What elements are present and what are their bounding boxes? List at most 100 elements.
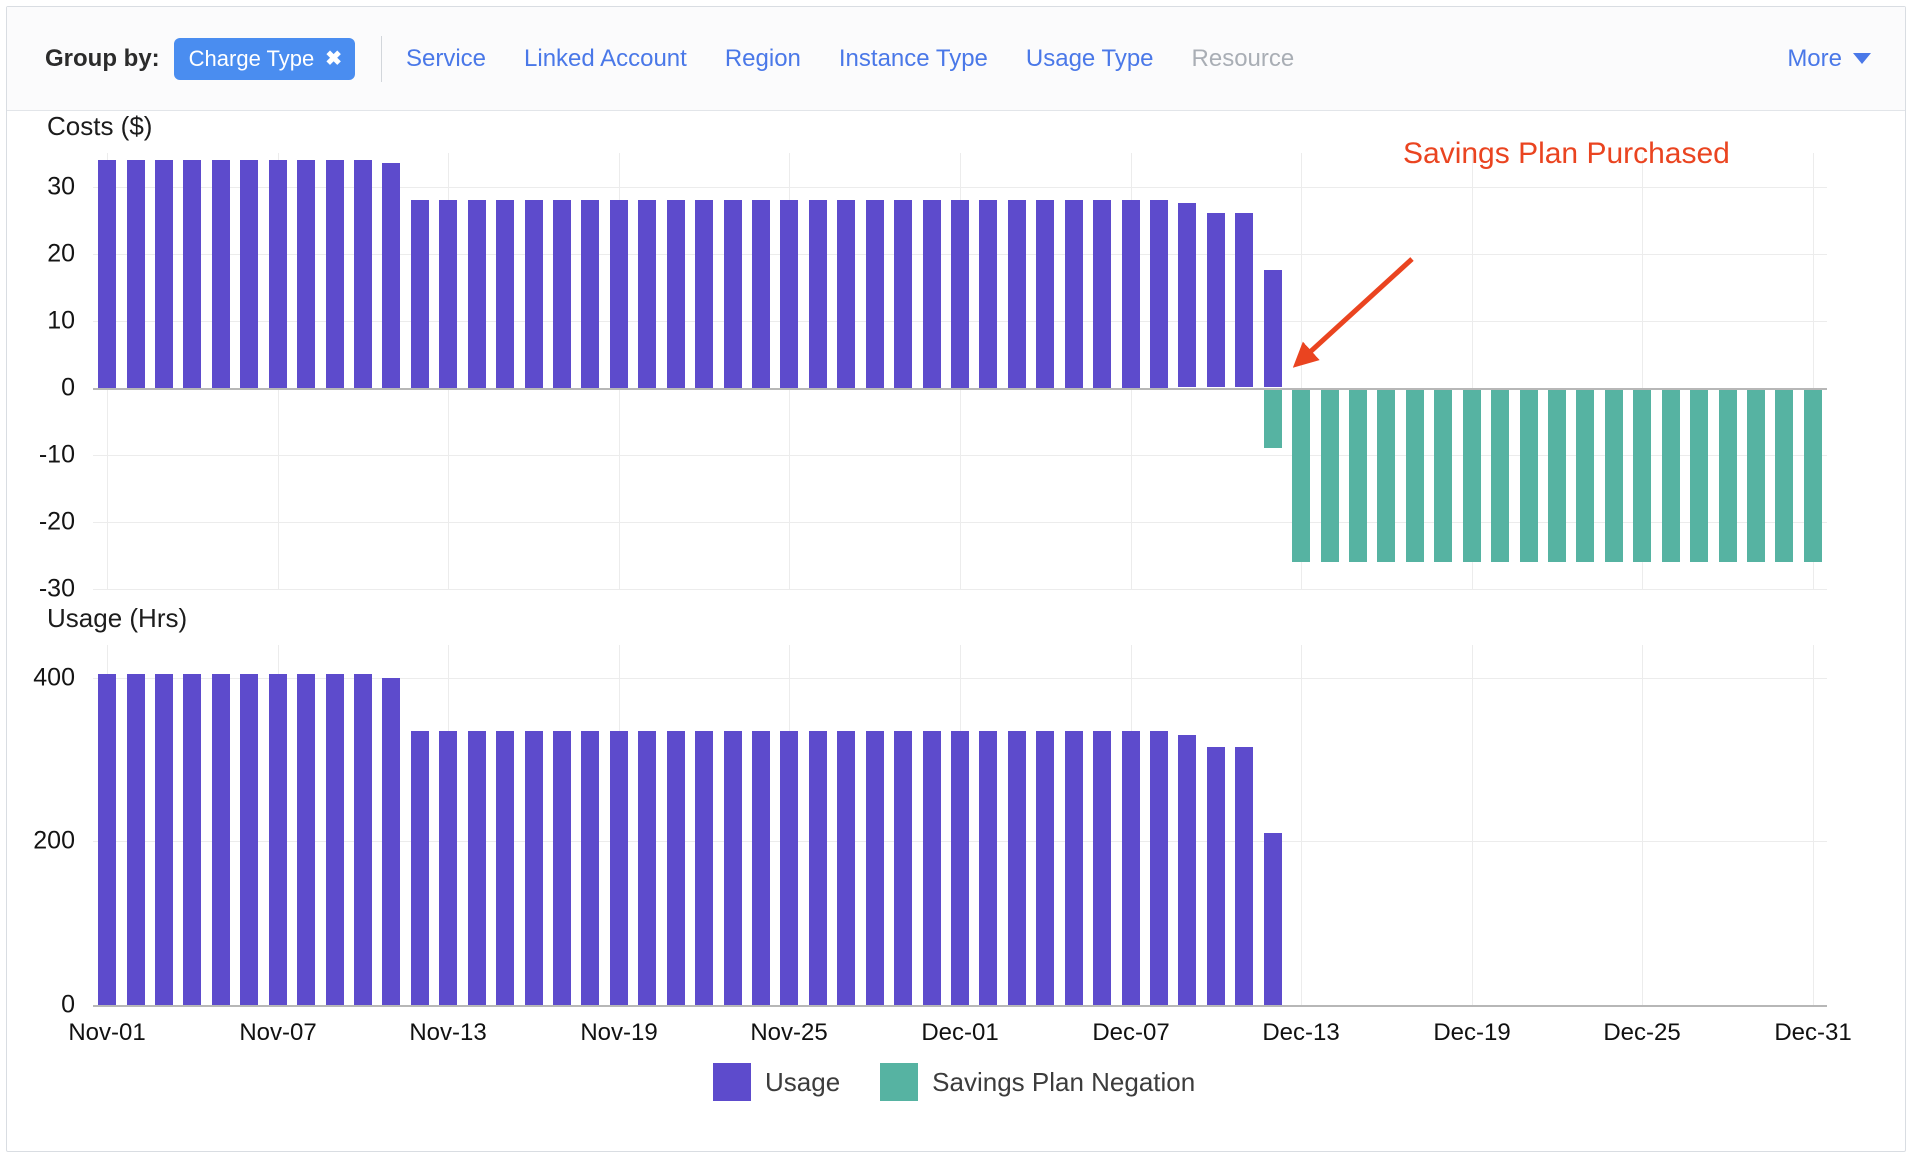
chart-bar[interactable] [553,731,571,1005]
chart-bar[interactable] [667,200,685,388]
chart-bar[interactable] [98,160,116,388]
chart-bar[interactable] [1207,747,1225,1005]
dimension-link-region[interactable]: Region [725,45,801,73]
chart-bar[interactable] [894,731,912,1005]
chart-bar[interactable] [667,731,685,1005]
chart-bar[interactable] [780,200,798,388]
chart-bar[interactable] [1122,200,1140,388]
chart-bar[interactable] [638,200,656,388]
chart-bar[interactable] [525,200,543,388]
chart-bar[interactable] [553,200,571,388]
chart-bar[interactable] [411,731,429,1005]
chart-bar[interactable] [1235,747,1253,1005]
chart-bar[interactable] [1036,200,1054,388]
chart-bar[interactable] [1150,200,1168,388]
chart-bar[interactable] [1662,388,1680,562]
more-dropdown[interactable]: More [1787,45,1871,73]
chart-bar[interactable] [382,678,400,1005]
chart-bar[interactable] [127,160,145,388]
chart-bar[interactable] [240,674,258,1005]
chart-bar[interactable] [183,160,201,388]
chart-bar[interactable] [951,200,969,388]
chart-bar[interactable] [1178,203,1196,387]
chart-bar[interactable] [212,160,230,388]
chart-bar[interactable] [610,200,628,388]
chart-bar[interactable] [1036,731,1054,1005]
chart-bar[interactable] [297,674,315,1005]
chart-bar[interactable] [1008,731,1026,1005]
legend-item[interactable]: Usage [713,1063,840,1101]
chart-bar[interactable] [269,674,287,1005]
chart-bar[interactable] [752,200,770,388]
chart-bar[interactable] [894,200,912,388]
chart-bar[interactable] [1093,200,1111,388]
chart-bar[interactable] [695,731,713,1005]
chart-bar[interactable] [979,731,997,1005]
chart-bar[interactable] [581,200,599,388]
chart-bar[interactable] [1207,213,1225,387]
chart-bar[interactable] [866,200,884,388]
chart-bar[interactable] [127,674,145,1005]
chart-bar[interactable] [525,731,543,1005]
close-icon[interactable]: ✖ [325,49,342,69]
chart-bar[interactable] [1264,833,1282,1005]
chart-bar[interactable] [496,200,514,388]
chart-bar[interactable] [610,731,628,1005]
chart-bar[interactable] [979,200,997,388]
chart-bar[interactable] [809,731,827,1005]
chart-bar[interactable] [837,731,855,1005]
chart-bar[interactable] [724,731,742,1005]
chart-bar[interactable] [1065,200,1083,388]
chart-bar[interactable] [724,200,742,388]
chart-bar[interactable] [468,200,486,388]
dimension-link-linked-account[interactable]: Linked Account [524,45,687,73]
chart-bar[interactable] [1747,388,1765,562]
chart-bar[interactable] [212,674,230,1005]
chart-bar[interactable] [155,160,173,388]
chart-bar[interactable] [382,163,400,388]
chart-bar[interactable] [638,731,656,1005]
chart-bar[interactable] [468,731,486,1005]
chart-bar[interactable] [1235,213,1253,387]
legend-label: Savings Plan Negation [932,1066,1196,1097]
chart-bar[interactable] [98,674,116,1005]
chart-bar[interactable] [1065,731,1083,1005]
chart-bar[interactable] [581,731,599,1005]
chart-bar[interactable] [837,200,855,388]
chart-bar[interactable] [240,160,258,388]
chart-bar[interactable] [1008,200,1026,388]
chart-bar[interactable] [923,731,941,1005]
chart-bar[interactable] [297,160,315,388]
chart-bar[interactable] [1804,388,1822,562]
legend-item[interactable]: Savings Plan Negation [880,1063,1195,1101]
dimension-link-service[interactable]: Service [406,45,486,73]
chart-bar[interactable] [496,731,514,1005]
chart-bar[interactable] [411,200,429,388]
dimension-link-usage-type[interactable]: Usage Type [1026,45,1154,73]
chart-bar[interactable] [923,200,941,388]
chart-bar[interactable] [183,674,201,1005]
chart-bar[interactable] [326,160,344,388]
chart-bar[interactable] [752,731,770,1005]
chart-bar[interactable] [866,731,884,1005]
chart-bar[interactable] [439,200,457,388]
chart-bar[interactable] [1093,731,1111,1005]
group-by-chip-charge-type[interactable]: Charge Type ✖ [173,37,355,80]
chart-bar[interactable] [1122,731,1140,1005]
chart-bar[interactable] [439,731,457,1005]
chart-bar[interactable] [155,674,173,1005]
dimension-link-instance-type[interactable]: Instance Type [839,45,988,73]
chart-bar[interactable] [354,160,372,388]
chart-bar[interactable] [1150,731,1168,1005]
chart-bar[interactable] [951,731,969,1005]
chart-bar[interactable] [809,200,827,388]
chart-bar[interactable] [780,731,798,1005]
chart-bar[interactable] [326,674,344,1005]
chart-bar[interactable] [354,674,372,1005]
chart-bar[interactable] [695,200,713,388]
chart-bar[interactable] [269,160,287,388]
chart-bar[interactable] [1690,388,1708,562]
chart-bar[interactable] [1775,388,1793,562]
chart-bar[interactable] [1719,388,1737,562]
chart-bar[interactable] [1178,735,1196,1005]
